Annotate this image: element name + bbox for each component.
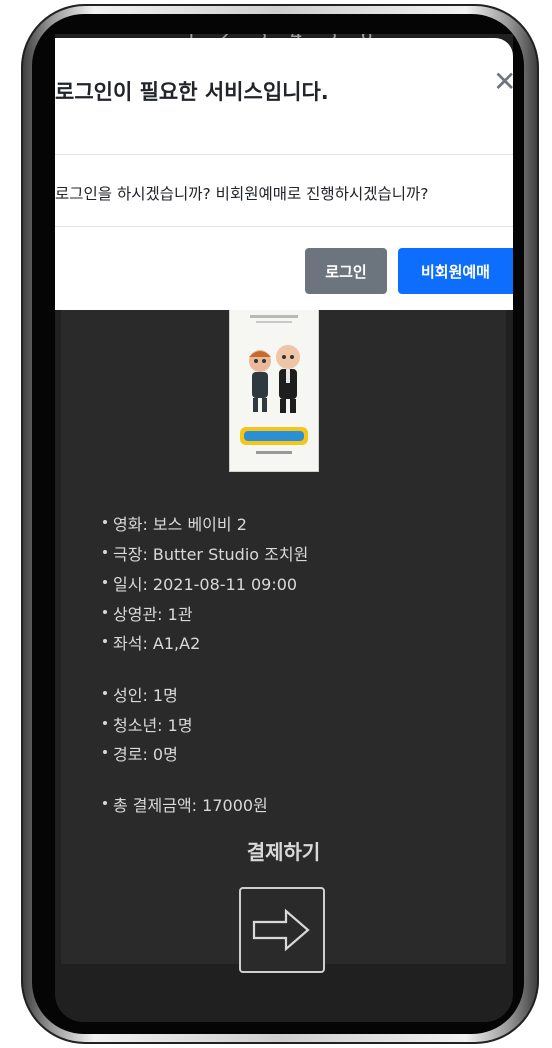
theater-info: 극장: Butter Studio 조치원 [102,541,308,565]
guest-booking-button[interactable]: 비회원예매 [398,248,513,294]
screen: 1 2 3 4 5 6 [55,34,513,1022]
youth-count: 청소년: 1명 [103,712,193,736]
arrow-right-icon [252,908,310,952]
pay-button[interactable] [239,887,325,973]
movie-info: 영화: 보스 베이비 2 [103,511,247,535]
modal-body-text: 로그인을 하시겠습니까? 비회원예매로 진행하시겠습니까? [55,185,429,203]
movie-poster [229,304,319,472]
modal-title: 로그인이 필요한 서비스입니다. [55,80,329,104]
modal-header-divider [55,154,513,155]
pay-label: 결제하기 [246,840,321,864]
datetime-info: 일시: 2021-08-11 09:00 [102,571,297,595]
close-icon[interactable]: ✕ [493,68,513,96]
booking-summary-panel: 영화: 보스 베이비 2 극장: Butter Studio 조치원 일시: 2… [61,284,506,973]
screen-info: 상영관: 1관 [103,601,193,625]
login-button[interactable]: 로그인 [305,248,387,294]
modal-footer-divider [55,226,513,227]
senior-count: 경로: 0명 [103,741,178,765]
seat-info: 좌석: A1,A2 [102,630,200,654]
login-required-modal: 로그인이 필요한 서비스입니다. ✕ 로그인을 하시겠습니까? 비회원예매로 진… [55,38,513,310]
adult-count: 성인: 1명 [103,682,178,706]
total-amount: 총 결제금액: 17000원 [103,792,268,816]
